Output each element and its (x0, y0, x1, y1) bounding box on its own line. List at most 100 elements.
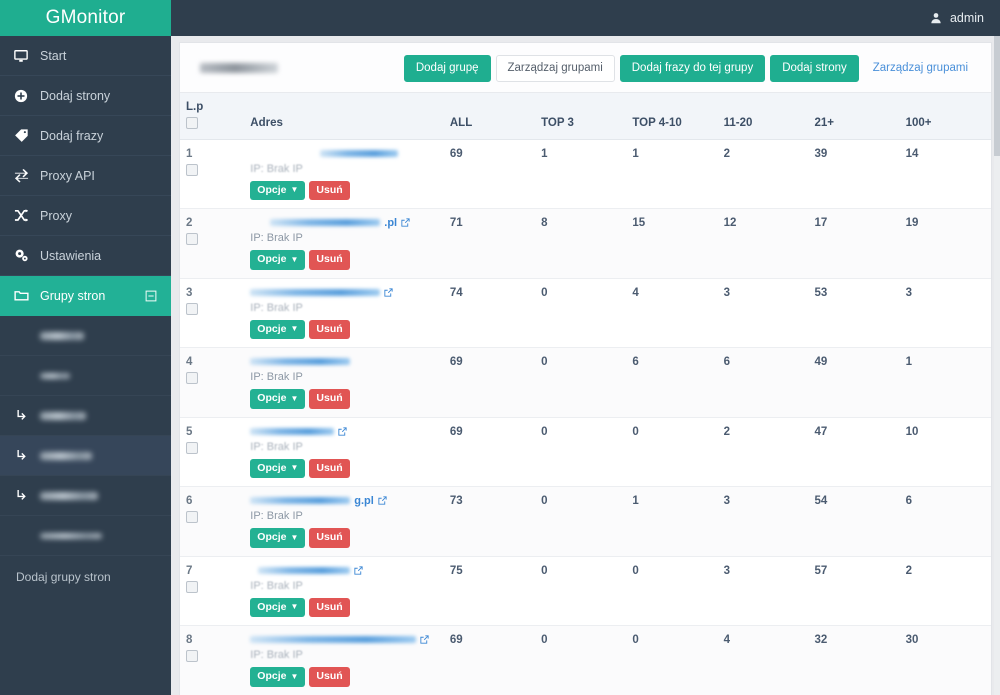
sidebar-add-group-link[interactable]: Dodaj grupy stron (0, 556, 171, 584)
cell-all: 71 (443, 208, 536, 279)
site-address-redacted[interactable] (258, 566, 351, 574)
row-checkbox[interactable] (186, 233, 198, 246)
add-phrases-to-group-button[interactable]: Dodaj frazy do tej grupy (619, 55, 766, 82)
cell-lp: 2 (180, 208, 245, 279)
cell-lp: 5 (180, 417, 245, 488)
cell-21plus: 17 (808, 208, 900, 279)
external-link-icon[interactable] (401, 218, 410, 227)
list-item[interactable] (0, 516, 171, 556)
row-delete-button[interactable]: Usuń (309, 319, 350, 340)
column-header-all[interactable]: ALL (443, 92, 536, 140)
list-item[interactable] (0, 476, 171, 516)
caret-down-icon: ▼ (290, 185, 299, 195)
external-link-icon[interactable] (384, 288, 393, 297)
external-link-icon[interactable] (338, 427, 347, 436)
sidebar-item-grupy-stron[interactable]: Grupy stron (0, 276, 171, 316)
row-delete-button[interactable]: Usuń (309, 250, 350, 270)
row-options-button[interactable]: Opcje ▼ (250, 319, 306, 340)
row-checkbox[interactable] (186, 511, 198, 524)
cell-adres: .pl IP: Brak IP Opcje ▼ Usuń (244, 208, 444, 279)
column-header-top4-10[interactable]: TOP 4-10 (626, 92, 718, 140)
sidebar-item-dodaj-frazy[interactable]: Dodaj frazy (0, 116, 171, 156)
select-all-checkbox[interactable] (186, 116, 198, 129)
minus-square-icon[interactable] (145, 290, 157, 302)
column-header-21plus[interactable]: 21+ (808, 92, 900, 140)
row-options-button[interactable]: Opcje ▼ (250, 250, 306, 270)
row-options-button[interactable]: Opcje ▼ (250, 389, 306, 409)
site-address-redacted[interactable] (250, 288, 381, 296)
add-group-button[interactable]: Dodaj grupę (403, 55, 491, 82)
external-link-icon[interactable] (354, 566, 363, 575)
row-delete-button[interactable]: Usuń (309, 597, 350, 618)
vertical-scrollbar[interactable] (994, 36, 1000, 695)
list-item[interactable] (0, 356, 171, 396)
site-address-redacted[interactable] (250, 497, 351, 505)
sidebar-item-label: Proxy API (40, 168, 95, 183)
sidebar-item-proxy-api[interactable]: Proxy API (0, 156, 171, 196)
external-link-icon[interactable] (420, 635, 429, 645)
sidebar-item-ustawienia[interactable]: Ustawienia (0, 236, 171, 276)
caret-down-icon: ▼ (290, 324, 299, 334)
cell-all: 69 (443, 347, 536, 418)
redacted-label (40, 451, 92, 460)
cell-100plus: 1 (899, 347, 991, 418)
add-pages-button[interactable]: Dodaj strony (770, 55, 859, 82)
column-header-adres[interactable]: Adres (244, 92, 444, 140)
site-address-redacted[interactable] (250, 427, 335, 435)
table-row: 1 IP: Brak IP Opcje ▼ Usuń 69 1 1 2 39 14 (180, 139, 991, 210)
row-index: 1 (186, 147, 193, 160)
external-link-icon[interactable] (378, 496, 387, 505)
sidebar-subgroup-list (0, 316, 171, 556)
row-checkbox[interactable] (186, 650, 198, 663)
site-address-redacted[interactable] (250, 358, 351, 366)
site-address-redacted[interactable] (320, 149, 399, 157)
row-index: 3 (186, 286, 193, 299)
column-header-100plus[interactable]: 100+ (899, 92, 991, 140)
scrollbar-thumb[interactable] (994, 36, 1000, 156)
redacted-label (40, 331, 84, 340)
ip-label: IP: Brak IP (250, 649, 303, 662)
row-checkbox[interactable] (186, 580, 198, 593)
address-suffix: g.pl (354, 494, 374, 507)
row-options-button[interactable]: Opcje ▼ (250, 180, 306, 201)
cell-11-20: 4 (717, 625, 809, 695)
cell-11-20: 3 (717, 278, 809, 349)
sidebar-item-start[interactable]: Start (0, 36, 171, 76)
row-delete-button[interactable]: Usuń (309, 667, 350, 688)
site-address-redacted[interactable] (270, 219, 381, 227)
row-delete-button[interactable]: Usuń (309, 180, 350, 201)
sidebar-item-label: Dodaj strony (40, 88, 111, 103)
row-delete-button[interactable]: Usuń (309, 528, 350, 548)
level-down-arrow-icon (14, 489, 40, 502)
list-item[interactable] (0, 316, 171, 356)
ip-label: IP: Brak IP (250, 162, 303, 175)
row-options-button[interactable]: Opcje ▼ (250, 597, 306, 618)
username-label[interactable]: admin (950, 11, 984, 25)
sidebar-item-label: Proxy (40, 208, 72, 223)
cell-lp: 4 (180, 347, 245, 418)
row-options-button[interactable]: Opcje ▼ (250, 458, 306, 479)
cell-adres: IP: Brak IP Opcje ▼ Usuń (244, 625, 444, 695)
list-item[interactable] (0, 436, 171, 476)
column-header-top3[interactable]: TOP 3 (535, 92, 627, 140)
row-checkbox[interactable] (186, 372, 198, 385)
site-address-redacted[interactable] (250, 636, 417, 644)
manage-groups-button[interactable]: Zarządzaj grupami (495, 55, 615, 82)
sidebar-item-dodaj-strony[interactable]: Dodaj strony (0, 76, 171, 116)
row-options-button[interactable]: Opcje ▼ (250, 667, 306, 688)
row-checkbox[interactable] (186, 441, 198, 454)
column-header-11-20[interactable]: 11-20 (717, 92, 809, 140)
list-item[interactable] (0, 396, 171, 436)
row-checkbox[interactable] (186, 302, 198, 315)
cell-11-20: 2 (717, 417, 809, 488)
sidebar-item-proxy[interactable]: Proxy (0, 196, 171, 236)
row-delete-button[interactable]: Usuń (309, 458, 350, 479)
row-checkbox[interactable] (186, 163, 198, 176)
table-body: 1 IP: Brak IP Opcje ▼ Usuń 69 1 1 2 39 14 2 .pl IP: B… (180, 139, 991, 695)
row-delete-button[interactable]: Usuń (309, 389, 350, 409)
brand-logo[interactable]: GMonitor (0, 0, 171, 36)
cell-adres: g.pl IP: Brak IP Opcje ▼ Usuń (244, 486, 444, 557)
cell-11-20: 2 (717, 139, 809, 210)
row-options-button[interactable]: Opcje ▼ (250, 528, 306, 548)
manage-groups-link[interactable]: Zarządzaj grupami (864, 56, 977, 80)
